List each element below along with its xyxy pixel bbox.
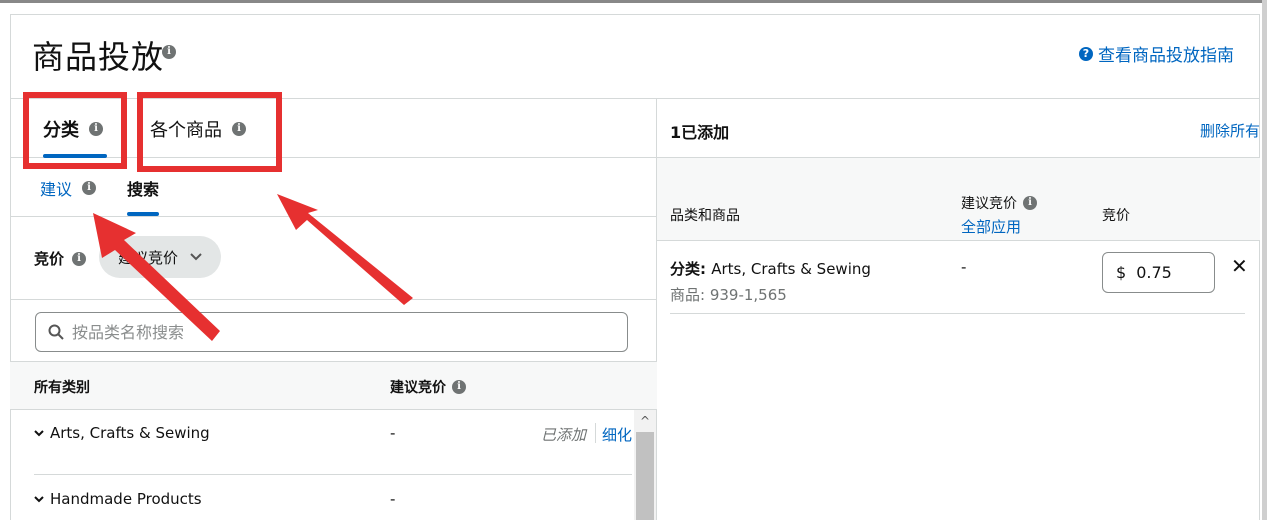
category-name: Arts, Crafts & Sewing bbox=[50, 424, 210, 442]
category-suggested-bid: - bbox=[390, 490, 396, 508]
help-icon: ? bbox=[1079, 46, 1093, 61]
right-panel: 1已添加 删除所有 品类和商品 建议竞价 i 全部应用 竞价 分类: Arts,… bbox=[657, 99, 1260, 520]
annotation-box-product-tab bbox=[137, 92, 282, 172]
added-category: 分类: Arts, Crafts & Sewing bbox=[670, 258, 871, 279]
annotation-box-category-tab bbox=[23, 92, 127, 169]
category-added-status: 已添加 bbox=[541, 426, 587, 444]
col-suggested-label: 建议竞价 bbox=[961, 196, 1017, 212]
category-prefix: 分类: bbox=[670, 260, 712, 278]
guide-link[interactable]: ? 查看商品投放指南 bbox=[1079, 41, 1234, 66]
close-icon[interactable]: ✕ bbox=[1231, 254, 1248, 278]
added-item-row: 分类: Arts, Crafts & Sewing 商品: 939-1,565 … bbox=[670, 241, 1248, 314]
category-expand[interactable]: Handmade Products bbox=[34, 490, 202, 508]
header: 商品投放 i ? 查看商品投放指南 bbox=[10, 14, 1260, 99]
divider bbox=[595, 423, 596, 443]
subtab-search[interactable]: 搜索 bbox=[127, 176, 159, 200]
window-top-border bbox=[0, 0, 1267, 3]
category-name: Handmade Products bbox=[50, 490, 202, 508]
subtab-search-label: 搜索 bbox=[127, 180, 160, 199]
subtab-suggested[interactable]: 建议 i bbox=[40, 176, 97, 200]
info-icon[interactable]: i bbox=[1023, 196, 1037, 210]
col-suggested-bid: 建议竞价 i bbox=[390, 377, 466, 397]
chevron-down-icon bbox=[190, 253, 202, 261]
bid-strategy-dropdown[interactable]: 建议竞价 bbox=[99, 236, 221, 278]
chevron-down-icon bbox=[34, 495, 44, 502]
info-icon[interactable]: i bbox=[452, 380, 466, 394]
chevron-down-icon bbox=[34, 429, 44, 436]
category-search-input[interactable] bbox=[72, 322, 592, 342]
col-category-products: 品类和商品 bbox=[670, 208, 740, 224]
category-search-box[interactable] bbox=[35, 312, 628, 352]
info-icon[interactable]: i bbox=[82, 181, 97, 195]
category-name: Arts, Crafts & Sewing bbox=[711, 260, 871, 278]
category-table-header: 所有类别 建议竞价 i bbox=[10, 361, 657, 410]
remove-all-link[interactable]: 删除所有 bbox=[1200, 120, 1260, 141]
scrollbar-thumb[interactable] bbox=[636, 432, 654, 520]
col-all-categories: 所有类别 bbox=[34, 380, 90, 396]
table-row: Arts, Crafts & Sewing - 已添加 细化 bbox=[34, 410, 632, 475]
suggested-bid-value: - bbox=[961, 258, 967, 276]
page-title: 商品投放 bbox=[32, 38, 165, 76]
added-header: 1已添加 删除所有 bbox=[657, 99, 1260, 158]
apply-all-link[interactable]: 全部应用 bbox=[961, 216, 1021, 237]
added-count: 1已添加 bbox=[670, 123, 730, 142]
guide-link-label: 查看商品投放指南 bbox=[1098, 46, 1234, 66]
category-suggested-bid: - bbox=[390, 424, 396, 442]
scroll-up-icon[interactable]: ^ bbox=[634, 410, 656, 432]
bid-dropdown-value: 建议竞价 bbox=[117, 248, 178, 267]
info-icon[interactable]: i bbox=[162, 45, 176, 59]
col-suggested-bid-label: 建议竞价 bbox=[390, 380, 446, 396]
bid-label: 竞价 i bbox=[34, 248, 87, 269]
refine-link[interactable]: 细化 bbox=[602, 424, 632, 445]
table-row: Handmade Products - bbox=[34, 476, 632, 520]
subtab-suggested-label: 建议 bbox=[40, 180, 73, 199]
window-right-border bbox=[1262, 0, 1267, 520]
currency-symbol: $ bbox=[1116, 263, 1127, 282]
bid-label-text: 竞价 bbox=[34, 250, 65, 268]
bid-input-field[interactable]: $ 0.75 bbox=[1102, 252, 1215, 293]
category-expand[interactable]: Arts, Crafts & Sewing bbox=[34, 424, 210, 442]
search-icon bbox=[48, 324, 64, 340]
bid-value[interactable]: 0.75 bbox=[1136, 263, 1172, 282]
active-subtab-indicator bbox=[127, 212, 159, 216]
product-count: 商品: 939-1,565 bbox=[670, 286, 787, 304]
added-table-header: 品类和商品 建议竞价 i 全部应用 竞价 bbox=[657, 158, 1260, 241]
col-suggested-bid: 建议竞价 i bbox=[961, 193, 1037, 213]
bid-row: 竞价 i 建议竞价 bbox=[10, 217, 657, 300]
col-bid: 竞价 bbox=[1102, 208, 1130, 224]
info-icon[interactable]: i bbox=[72, 251, 87, 266]
scrollbar[interactable]: ^ bbox=[634, 410, 656, 520]
